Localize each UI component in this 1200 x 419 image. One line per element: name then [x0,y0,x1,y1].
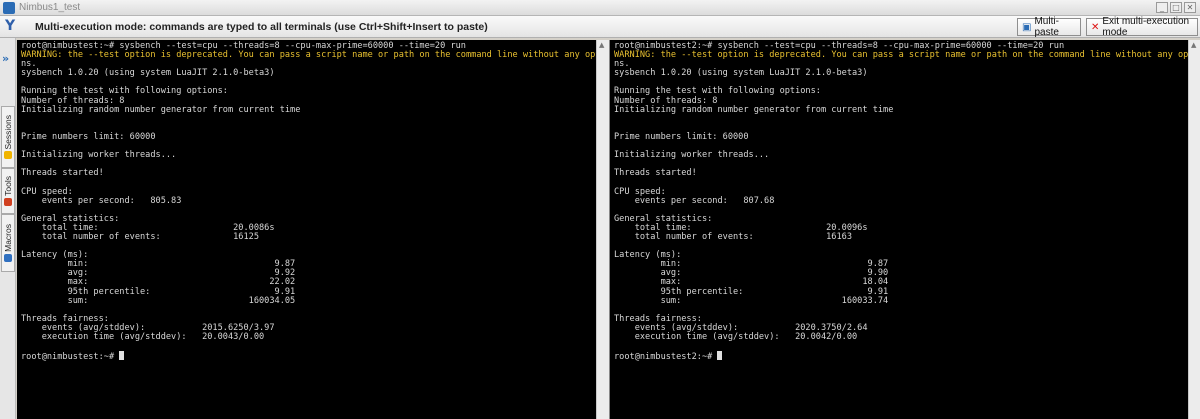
terminal-line: sysbench 1.0.20 (using system LuaJIT 2.1… [614,68,868,79]
warning-text: . You can pass a script name or path on … [820,50,1188,61]
terminal-pane-2[interactable]: root@nimbustest2:~# sysbench --test=cpu … [610,40,1188,419]
terminal-cursor [119,351,125,361]
terminal-line: Initializing worker threads... [21,150,177,161]
terminal-line: sysbench 1.0.20 (using system LuaJIT 2.1… [21,68,275,79]
sidebar-tab-label: Tools [3,176,13,196]
terminal-line: Prime numbers limit: 60000 [614,131,749,142]
warning-deprecated: deprecated [176,50,228,61]
warning-text: . You can pass a script name or path on … [227,50,596,61]
window-controls: _ □ ✕ [1156,2,1196,13]
terminal-line: Initializing random number generator fro… [21,104,301,115]
terminal-line: events per second: 807.68 [634,195,775,206]
scroll-up-icon[interactable]: ▲ [599,41,604,49]
multi-execution-bar: Y Multi-execution mode: commands are typ… [0,16,1200,38]
macros-icon [4,253,12,262]
warning-text: WARNING: the --test option is [21,50,177,61]
multi-exec-message: Multi-execution mode: commands are typed… [35,21,488,33]
window-titlebar: Nimbus1_test _ □ ✕ [0,0,1200,16]
terminal-output: root@nimbustest2:~# sysbench --test=cpu … [614,41,1188,362]
app-icon [3,2,15,14]
warning-deprecated: deprecated [769,50,821,61]
multi-exec-icon: Y [5,18,16,34]
terminal-line: Threads started! [614,168,697,179]
terminal-1-scrollbar[interactable]: ▲ [596,40,609,419]
left-sidebar: » Sessions Tools Macros [0,38,16,419]
window-title: Nimbus1_test [19,2,81,13]
scroll-up-icon[interactable]: ▲ [1191,41,1196,49]
warning-text: WARNING: the --test option is [614,50,770,61]
terminal-line: Prime numbers limit: 60000 [21,131,156,142]
sidebar-tab-tools[interactable]: Tools [1,168,15,214]
terminal-pane-1[interactable]: root@nimbustest:~# sysbench --test=cpu -… [17,40,596,419]
close-button[interactable]: ✕ [1184,2,1196,13]
terminal-line: total number of events: 16125 [41,231,259,242]
terminal-line: sum: 160034.05 [67,295,296,306]
terminal-2-scrollbar[interactable]: ▲ [1188,40,1200,419]
terminal-line: sum: 160033.74 [660,295,889,306]
terminal-lines: sysbench 1.0.20 (using system LuaJIT 2.1… [614,68,893,362]
sidebar-tab-sessions[interactable]: Sessions [1,106,15,168]
exit-multi-exec-button[interactable]: ✕ Exit multi-execution mode [1086,16,1198,38]
sidebar-tab-label: Sessions [3,114,13,150]
terminal-line: total number of events: 16163 [634,231,852,242]
terminal-line: Threads started! [21,168,104,179]
terminal-line: root@nimbustest:~# [21,352,120,363]
multi-paste-label: Multi-paste [1034,16,1059,38]
multi-paste-button[interactable]: ▣ Multi-paste [1017,16,1081,38]
terminal-line: execution time (avg/stddev): 20.0043/0.0… [41,332,265,342]
terminal-line: Initializing random number generator fro… [614,104,894,115]
sidebar-tab-label: Macros [3,224,13,252]
terminal-cursor [717,351,723,361]
terminal-line: root@nimbustest2:~# [614,352,718,363]
tools-icon [4,197,12,206]
minimize-button[interactable]: _ [1156,2,1168,13]
terminal-output: root@nimbustest:~# sysbench --test=cpu -… [21,41,596,362]
exit-multi-exec-label: Exit multi-execution mode [1102,16,1190,38]
terminal-line: execution time (avg/stddev): 20.0042/0.0… [634,332,858,342]
terminal-line: events per second: 805.83 [41,195,182,206]
terminal-lines: sysbench 1.0.20 (using system LuaJIT 2.1… [21,68,300,362]
close-x-icon: ✕ [1091,21,1100,33]
paste-icon: ▣ [1022,21,1032,33]
star-icon [4,151,12,160]
maximize-button[interactable]: □ [1170,2,1182,13]
sidebar-tab-macros[interactable]: Macros [1,214,15,272]
terminal-line: Initializing worker threads... [614,150,770,161]
expand-sidebar-icon[interactable]: » [2,52,9,65]
